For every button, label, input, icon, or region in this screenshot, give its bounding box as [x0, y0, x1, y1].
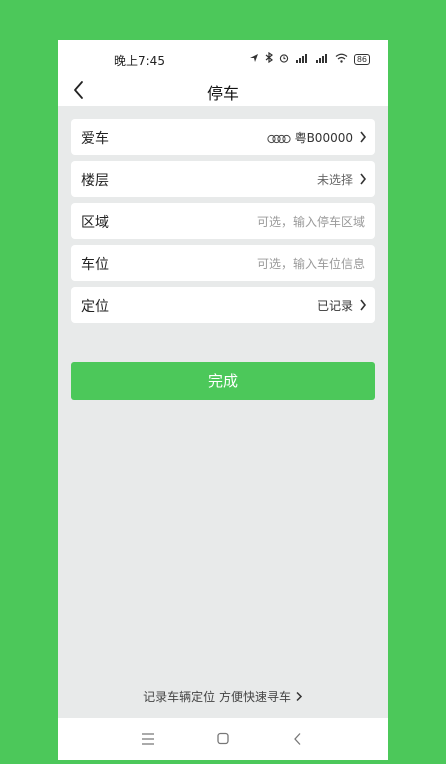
- audi-logo-icon: [266, 134, 291, 143]
- menu-icon[interactable]: [138, 730, 158, 748]
- status-icons: 86: [249, 51, 370, 66]
- chevron-right-icon: [360, 299, 367, 311]
- find-car-link[interactable]: 记录车辆定位 方便快速寻车: [58, 688, 388, 705]
- location-label: 定位: [81, 299, 109, 315]
- alarm-icon: [279, 53, 289, 66]
- bluetooth-icon: [265, 51, 273, 66]
- status-bar: 晚上7:45 86: [58, 40, 388, 74]
- status-time: 晚上7:45: [114, 54, 165, 68]
- location-icon: [249, 53, 259, 66]
- area-label: 区域: [81, 215, 109, 231]
- spot-row[interactable]: 车位 可选，输入车位信息: [71, 245, 375, 281]
- spot-label: 车位: [81, 257, 109, 273]
- system-nav-bar: [58, 718, 388, 760]
- nav-bar: 停车: [58, 74, 388, 106]
- phone-screen: 晚上7:45 86 停车 爱车 粤B00000 楼层 未选择 区域 可选，输入停…: [58, 40, 388, 760]
- car-value: 粤B00000: [266, 129, 353, 146]
- chevron-right-icon: [296, 691, 302, 702]
- page-title: 停车: [206, 84, 239, 103]
- spot-input[interactable]: 可选，输入车位信息: [257, 255, 365, 272]
- home-icon[interactable]: [213, 730, 233, 748]
- content-area: [58, 106, 388, 718]
- signal-icon-2: [315, 53, 329, 66]
- location-row[interactable]: 定位 已记录: [71, 287, 375, 323]
- floor-value: 未选择: [316, 173, 353, 187]
- chevron-right-icon: [360, 173, 367, 185]
- find-car-link-text: 记录车辆定位 方便快速寻车: [143, 690, 291, 704]
- back-nav-icon[interactable]: [288, 730, 308, 748]
- area-row[interactable]: 区域 可选，输入停车区域: [71, 203, 375, 239]
- car-row[interactable]: 爱车 粤B00000: [71, 119, 375, 155]
- car-label: 爱车: [81, 131, 109, 147]
- signal-icon: [295, 53, 309, 66]
- wifi-icon: [335, 53, 348, 66]
- done-button[interactable]: 完成: [71, 362, 375, 400]
- battery-icon: 86: [353, 53, 370, 65]
- area-input[interactable]: 可选，输入停车区域: [257, 213, 365, 230]
- location-value: 已记录: [316, 299, 353, 313]
- floor-label: 楼层: [81, 173, 109, 189]
- car-plate: 粤B00000: [294, 131, 353, 145]
- floor-row[interactable]: 楼层 未选择: [71, 161, 375, 197]
- chevron-right-icon: [360, 131, 367, 143]
